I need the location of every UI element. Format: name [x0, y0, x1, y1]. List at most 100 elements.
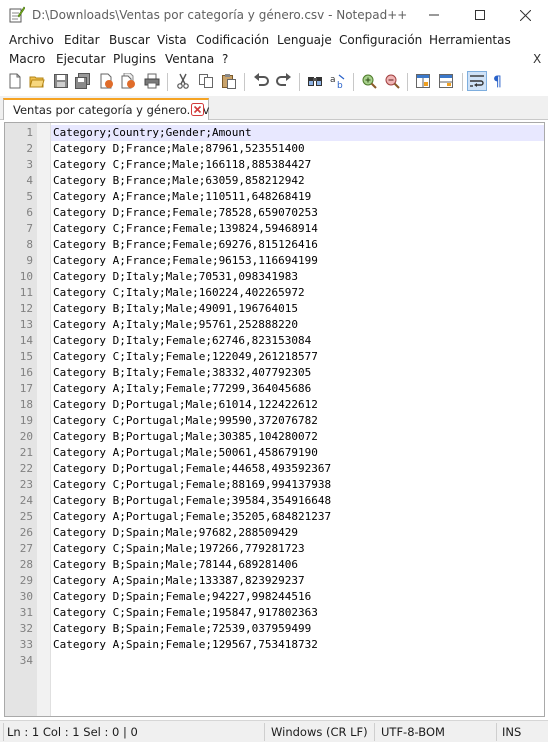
print-icon: [144, 73, 160, 89]
menu-configuracion[interactable]: Configuración: [339, 33, 422, 47]
menu-plugins[interactable]: Plugins: [113, 52, 156, 66]
redo-button[interactable]: [274, 71, 294, 91]
text-editor[interactable]: 1 Category;Country;Gender;Amount 2 Category…: [4, 122, 545, 717]
line-number: 10: [19, 270, 33, 283]
menu-herramientas[interactable]: Herramientas: [429, 33, 511, 47]
line-text: Category C;Italy;Female;122049,261218577: [53, 350, 318, 363]
line-number: 16: [19, 366, 33, 379]
close-button[interactable]: [96, 71, 116, 91]
toolbar-separator: [462, 73, 463, 91]
line-text: Category C;France;Female;139824,59468914: [53, 222, 318, 235]
status-separator: [3, 723, 4, 741]
print-button[interactable]: [142, 71, 162, 91]
close-all-button[interactable]: [118, 71, 138, 91]
line-text: Category B;Spain;Female;72539,037959499: [53, 622, 312, 635]
line-text: Category B;Portugal;Female;39584,3549166…: [53, 494, 332, 507]
editor-line: 20 Category B;Portugal;Male;30385,1042800…: [5, 429, 544, 445]
editor-line: 23 Category C;Portugal;Female;88169,99413…: [5, 477, 544, 493]
status-eol[interactable]: Windows (CR LF): [271, 725, 368, 739]
copy-icon: [199, 74, 213, 88]
line-number: 6: [26, 206, 33, 219]
line-text: Category A;Italy;Female;77299,364045686: [53, 382, 312, 395]
editor-line: 10 Category D;Italy;Male;70531,098341983: [5, 269, 544, 285]
line-number: 7: [26, 222, 33, 235]
status-insert-mode[interactable]: INS: [502, 725, 521, 739]
line-text: Category D;Portugal;Male;61014,122422612: [53, 398, 318, 411]
menu-lenguaje[interactable]: Lenguaje: [277, 33, 332, 47]
zoom-out-icon: [385, 74, 400, 89]
find-button[interactable]: [305, 71, 325, 91]
save-all-icon: [75, 73, 90, 89]
paste-button[interactable]: [219, 71, 239, 91]
menu-buscar[interactable]: Buscar: [109, 33, 150, 47]
replace-icon: ab: [330, 74, 345, 89]
menu-ventana[interactable]: Ventana: [165, 52, 214, 66]
menu-macro[interactable]: Macro: [9, 52, 45, 66]
paste-icon: [222, 74, 236, 89]
line-number: 31: [19, 606, 33, 619]
line-text: Category B;Spain;Male;78144,689281406: [53, 558, 299, 571]
close-window-button[interactable]: [502, 0, 548, 30]
line-text: Category C;Portugal;Female;88169,9941379…: [53, 478, 332, 491]
line-text: Category A;Portugal;Male;50061,458679190: [53, 446, 318, 459]
menu-vista[interactable]: Vista: [157, 33, 187, 47]
save-button[interactable]: [51, 71, 71, 91]
toolbar-separator: [407, 73, 408, 91]
menu-codificacion[interactable]: Codificación: [196, 33, 269, 47]
line-text: Category A;Italy;Male;95761,252888220: [53, 318, 299, 331]
zoom-in-button[interactable]: [359, 71, 379, 91]
line-number: 25: [19, 510, 33, 523]
notepadpp-window: D:\Downloads\Ventas por categoría y géne…: [0, 0, 548, 742]
line-text: Category D;Spain;Female;94227,998244516: [53, 590, 312, 603]
svg-text:a: a: [330, 75, 336, 85]
menu-archivo[interactable]: Archivo: [9, 33, 54, 47]
new-file-icon: [9, 73, 21, 89]
toolbar: ab ¶: [0, 70, 548, 94]
save-all-button[interactable]: [73, 71, 93, 91]
editor-line: 11 Category C;Italy;Male;160224,402265972: [5, 285, 544, 301]
replace-button[interactable]: ab: [328, 71, 348, 91]
tab-close-icon[interactable]: [191, 103, 204, 116]
line-number: 26: [19, 526, 33, 539]
new-file-button[interactable]: [5, 71, 25, 91]
line-number: 8: [26, 238, 33, 251]
svg-text:b: b: [337, 81, 343, 89]
tab-active-document[interactable]: Ventas por categoría y género.csv: [3, 98, 209, 120]
sync-horizontal-button[interactable]: [436, 71, 456, 91]
show-all-characters-button[interactable]: ¶: [489, 71, 509, 91]
editor-line: 24 Category B;Portugal;Female;39584,35491…: [5, 493, 544, 509]
menu-ejecutar[interactable]: Ejecutar: [56, 52, 106, 66]
menu-help[interactable]: ?: [222, 52, 228, 66]
line-text: Category B;France;Female;69276,815126416: [53, 238, 318, 251]
title-bar: D:\Downloads\Ventas por categoría y géne…: [0, 0, 548, 30]
copy-button[interactable]: [196, 71, 216, 91]
maximize-button[interactable]: [457, 0, 503, 30]
status-encoding[interactable]: UTF-8-BOM: [381, 725, 445, 739]
status-separator: [496, 723, 497, 741]
word-wrap-button[interactable]: [467, 71, 487, 91]
line-text: Category D;Italy;Male;70531,098341983: [53, 270, 299, 283]
save-icon: [54, 74, 68, 88]
editor-line: 4 Category B;France;Male;63059,858212942: [5, 173, 544, 189]
close-document-button[interactable]: X: [533, 52, 541, 66]
line-text: Category D;France;Male;87961,523551400: [53, 142, 305, 155]
undo-button[interactable]: [251, 71, 271, 91]
menu-editar[interactable]: Editar: [64, 33, 100, 47]
line-number: 32: [19, 622, 33, 635]
line-number: 29: [19, 574, 33, 587]
cut-button[interactable]: [173, 71, 193, 91]
editor-line: 32 Category B;Spain;Female;72539,03795949…: [5, 621, 544, 637]
notepad-plus-plus-icon: [9, 6, 25, 23]
zoom-out-button[interactable]: [382, 71, 402, 91]
minimize-button[interactable]: [411, 0, 457, 30]
open-file-icon: [29, 76, 45, 88]
open-file-button[interactable]: [27, 71, 47, 91]
menu-bar: Archivo Editar Buscar Vista Codificación…: [0, 30, 548, 70]
line-text: Category C;Spain;Female;195847,917802363: [53, 606, 318, 619]
line-number: 18: [19, 398, 33, 411]
editor-line: 29 Category A;Spain;Male;133387,823929237: [5, 573, 544, 589]
line-number: 17: [19, 382, 33, 395]
sync-vertical-button[interactable]: [413, 71, 433, 91]
line-text: Category B;France;Male;63059,858212942: [53, 174, 305, 187]
line-number: 5: [26, 190, 33, 203]
